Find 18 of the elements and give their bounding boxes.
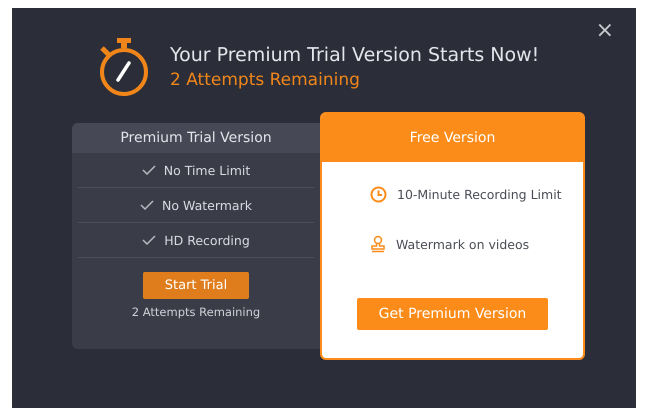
checkmark-icon: [142, 235, 156, 245]
start-trial-button[interactable]: Start Trial: [142, 272, 250, 299]
checkmark-icon: [142, 165, 156, 175]
dialog-title: Your Premium Trial Version Starts Now!: [170, 44, 540, 66]
close-button[interactable]: ×: [592, 20, 618, 42]
feature-text: HD Recording: [164, 232, 250, 248]
feature-text: 10-Minute Recording Limit: [397, 186, 562, 202]
free-card-title: Free Version: [322, 114, 583, 162]
feature-text: Watermark on videos: [396, 236, 530, 252]
attempts-subtitle: 2 Attempts Remaining: [170, 70, 361, 90]
checkmark-icon: [140, 200, 154, 210]
feature-text: No Watermark: [162, 198, 252, 212]
get-premium-button[interactable]: Get Premium Version: [356, 298, 548, 330]
clock-icon: [370, 186, 387, 202]
attempts-note: 2 Attempts Remaining: [132, 305, 260, 319]
stamp-icon: [370, 235, 386, 253]
feature-text: No Time Limit: [164, 162, 250, 178]
premium-card-title: Premium Trial Version: [72, 123, 320, 153]
